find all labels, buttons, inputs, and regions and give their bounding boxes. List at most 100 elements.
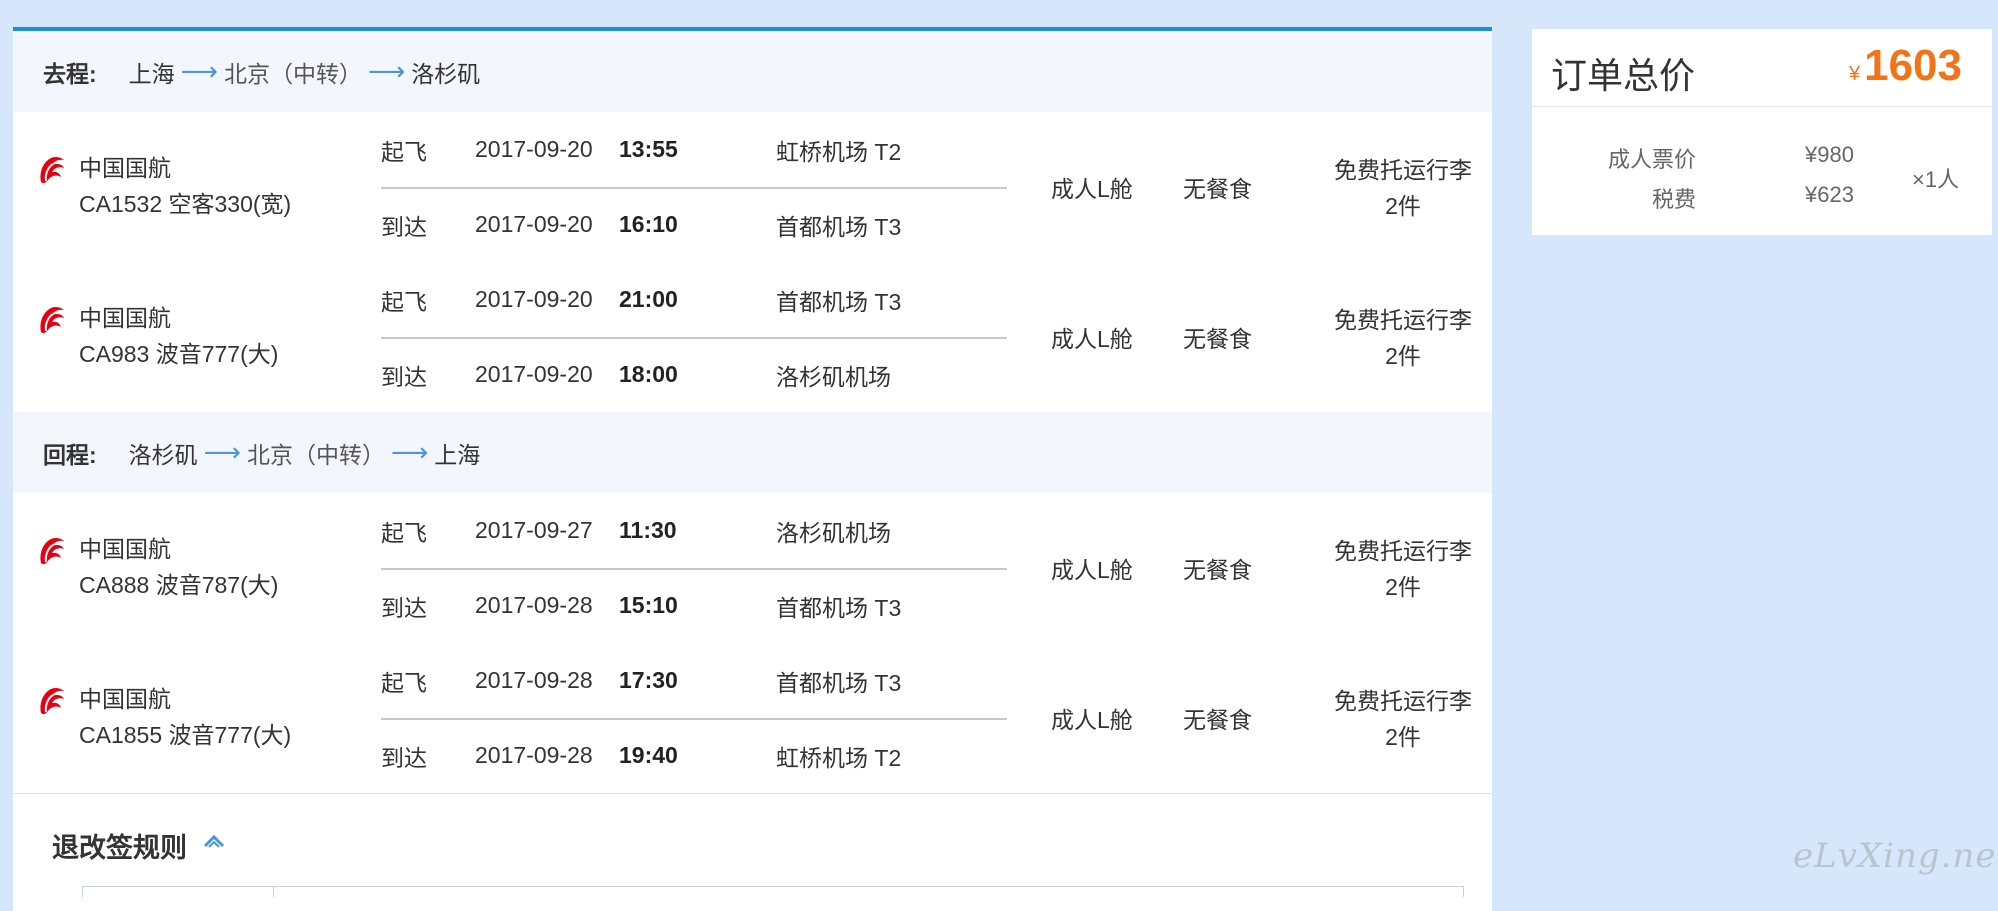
- baggage-count: 2件: [1385, 193, 1421, 219]
- baggage-label: 免费托运行李: [1334, 688, 1472, 714]
- route-origin: 洛杉矶: [128, 441, 198, 468]
- airline-info: 中国国航 CA1855 波音777(大): [35, 681, 291, 753]
- leg-airport: 首都机场 T3: [776, 288, 902, 315]
- leg-time: 11:30: [619, 517, 677, 543]
- flight-row: 中国国航 CA888 波音787(大) 起飞 2017-09-27 11:30 …: [13, 493, 1492, 643]
- leg-type: 到达: [381, 213, 427, 240]
- air-china-logo-icon: [40, 687, 64, 715]
- leg-date: 2017-09-20: [475, 136, 593, 162]
- arrival-leg: 到达 2017-09-20 16:10 首都机场 T3: [381, 187, 1007, 262]
- order-total-amount: ¥1603: [1849, 41, 1962, 91]
- leg-time: 17:30: [619, 667, 678, 693]
- baggage-count: 2件: [1385, 574, 1421, 600]
- flight-row: 中国国航 CA1532 空客330(宽) 起飞 2017-09-20 13:55…: [13, 112, 1492, 262]
- flight-row: 中国国航 CA1855 波音777(大) 起飞 2017-09-28 17:30…: [13, 643, 1492, 793]
- baggage-label: 免费托运行李: [1334, 538, 1472, 564]
- route-arrow-icon: ⟶: [180, 56, 218, 86]
- leg-date: 2017-09-20: [475, 286, 593, 312]
- leg-airport: 首都机场 T3: [776, 669, 902, 696]
- order-total-label: 订单总价: [1551, 55, 1696, 96]
- route-arrow-icon: ⟶: [367, 56, 406, 86]
- leg-time: 19:40: [619, 742, 678, 768]
- airline-info: 中国国航 CA983 波音777(大): [35, 300, 278, 372]
- airline-info: 中国国航 CA888 波音787(大): [35, 531, 278, 603]
- airline-name: 中国国航: [79, 155, 171, 181]
- flight-number: CA1532 空客330(宽): [79, 191, 292, 217]
- arrival-leg: 到达 2017-09-28 19:40 虹桥机场 T2: [381, 718, 1007, 793]
- baggage-label: 免费托运行李: [1334, 157, 1472, 183]
- arrival-leg: 到达 2017-09-20 18:00 洛杉矶机场: [381, 337, 1007, 412]
- return-header: 回程: 洛杉矶 ⟶ 北京（中转） ⟶ 上海: [13, 412, 1492, 493]
- outbound-header: 去程: 上海 ⟶ 北京（中转） ⟶ 洛杉矶: [13, 31, 1492, 112]
- chevron-up-icon[interactable]: [203, 834, 225, 848]
- flight-legs: 起飞 2017-09-20 21:00 首都机场 T3 到达 2017-09-2…: [381, 262, 1007, 412]
- route-transit: 北京（中转）: [246, 441, 385, 468]
- return-label: 回程:: [43, 441, 97, 468]
- leg-time: 13:55: [619, 136, 678, 162]
- leg-type: 起飞: [381, 288, 427, 315]
- flight-number: CA1855 波音777(大): [79, 722, 292, 748]
- route-arrow-icon: ⟶: [203, 437, 241, 467]
- adult-fare-label: 成人票价: [1607, 147, 1696, 172]
- order-total-value: 1603: [1864, 41, 1962, 90]
- route-destination: 上海: [434, 441, 481, 468]
- airline-names: 中国国航 CA888 波音787(大): [79, 531, 278, 603]
- table-column-divider: [273, 887, 274, 897]
- leg-type: 起飞: [381, 519, 427, 546]
- cabin-class: 成人L舱: [1051, 707, 1133, 733]
- tax-value: ¥623: [1805, 182, 1854, 207]
- leg-type: 起飞: [381, 669, 427, 696]
- flight-legs: 起飞 2017-09-20 13:55 虹桥机场 T2 到达 2017-09-2…: [381, 112, 1007, 262]
- leg-date: 2017-09-20: [475, 361, 593, 387]
- leg-date: 2017-09-28: [475, 592, 593, 618]
- cabin-class: 成人L舱: [1051, 326, 1133, 352]
- flight-legs: 起飞 2017-09-28 17:30 首都机场 T3 到达 2017-09-2…: [381, 643, 1007, 793]
- flight-number: CA983 波音777(大): [79, 341, 279, 367]
- currency-symbol: ¥: [1848, 63, 1861, 85]
- airline-info: 中国国航 CA1532 空客330(宽): [35, 150, 291, 222]
- meal-info: 无餐食: [1183, 707, 1252, 733]
- outbound-label: 去程:: [43, 60, 97, 87]
- baggage-label: 免费托运行李: [1334, 307, 1472, 333]
- change-refund-rules-section: 退改签规则: [13, 793, 1492, 897]
- airline-name: 中国国航: [79, 686, 171, 712]
- baggage-info: 免费托运行李 2件: [1313, 683, 1493, 755]
- meal-info: 无餐食: [1183, 176, 1252, 202]
- airline-name: 中国国航: [79, 536, 171, 562]
- passenger-quantity: ×1人: [1912, 167, 1960, 192]
- airline-names: 中国国航 CA983 波音777(大): [79, 300, 278, 372]
- departure-leg: 起飞 2017-09-28 17:30 首都机场 T3: [381, 643, 1007, 720]
- leg-airport: 虹桥机场 T2: [776, 744, 902, 771]
- flight-legs: 起飞 2017-09-27 11:30 洛杉矶机场 到达 2017-09-28 …: [381, 493, 1007, 643]
- site-watermark: eLvXing.net: [1793, 836, 1998, 876]
- air-china-logo-icon: [40, 156, 64, 184]
- leg-airport: 洛杉矶机场: [776, 519, 891, 546]
- leg-airport: 首都机场 T3: [776, 213, 902, 240]
- leg-date: 2017-09-28: [475, 742, 593, 768]
- airline-names: 中国国航 CA1855 波音777(大): [79, 681, 291, 753]
- meal-info: 无餐食: [1183, 326, 1252, 352]
- leg-airport: 首都机场 T3: [776, 594, 902, 621]
- leg-type: 到达: [381, 594, 427, 621]
- leg-type: 到达: [381, 744, 427, 771]
- air-china-logo-icon: [40, 537, 64, 565]
- air-china-logo-icon: [40, 306, 64, 334]
- leg-type: 到达: [381, 363, 427, 390]
- airline-name: 中国国航: [79, 305, 171, 331]
- itinerary-panel: 去程: 上海 ⟶ 北京（中转） ⟶ 洛杉矶 中国国航 CA1532 空客330(…: [13, 27, 1492, 911]
- baggage-info: 免费托运行李 2件: [1313, 152, 1493, 224]
- leg-time: 18:00: [619, 361, 678, 387]
- price-breakdown: 成人票价 ¥980 税费 ¥623 ×1人: [1532, 107, 1992, 235]
- route-arrow-icon: ⟶: [390, 437, 429, 467]
- leg-date: 2017-09-28: [475, 667, 593, 693]
- cabin-class: 成人L舱: [1051, 176, 1133, 202]
- rules-toggle[interactable]: 退改签规则: [52, 826, 187, 865]
- baggage-info: 免费托运行李 2件: [1313, 533, 1493, 605]
- departure-leg: 起飞 2017-09-20 21:00 首都机场 T3: [381, 262, 1007, 339]
- adult-fare-value: ¥980: [1805, 142, 1854, 167]
- meal-info: 无餐食: [1183, 557, 1252, 583]
- leg-time: 21:00: [619, 286, 678, 312]
- airline-names: 中国国航 CA1532 空客330(宽): [79, 150, 291, 222]
- route-transit: 北京（中转）: [223, 60, 362, 87]
- route-origin: 上海: [128, 60, 175, 87]
